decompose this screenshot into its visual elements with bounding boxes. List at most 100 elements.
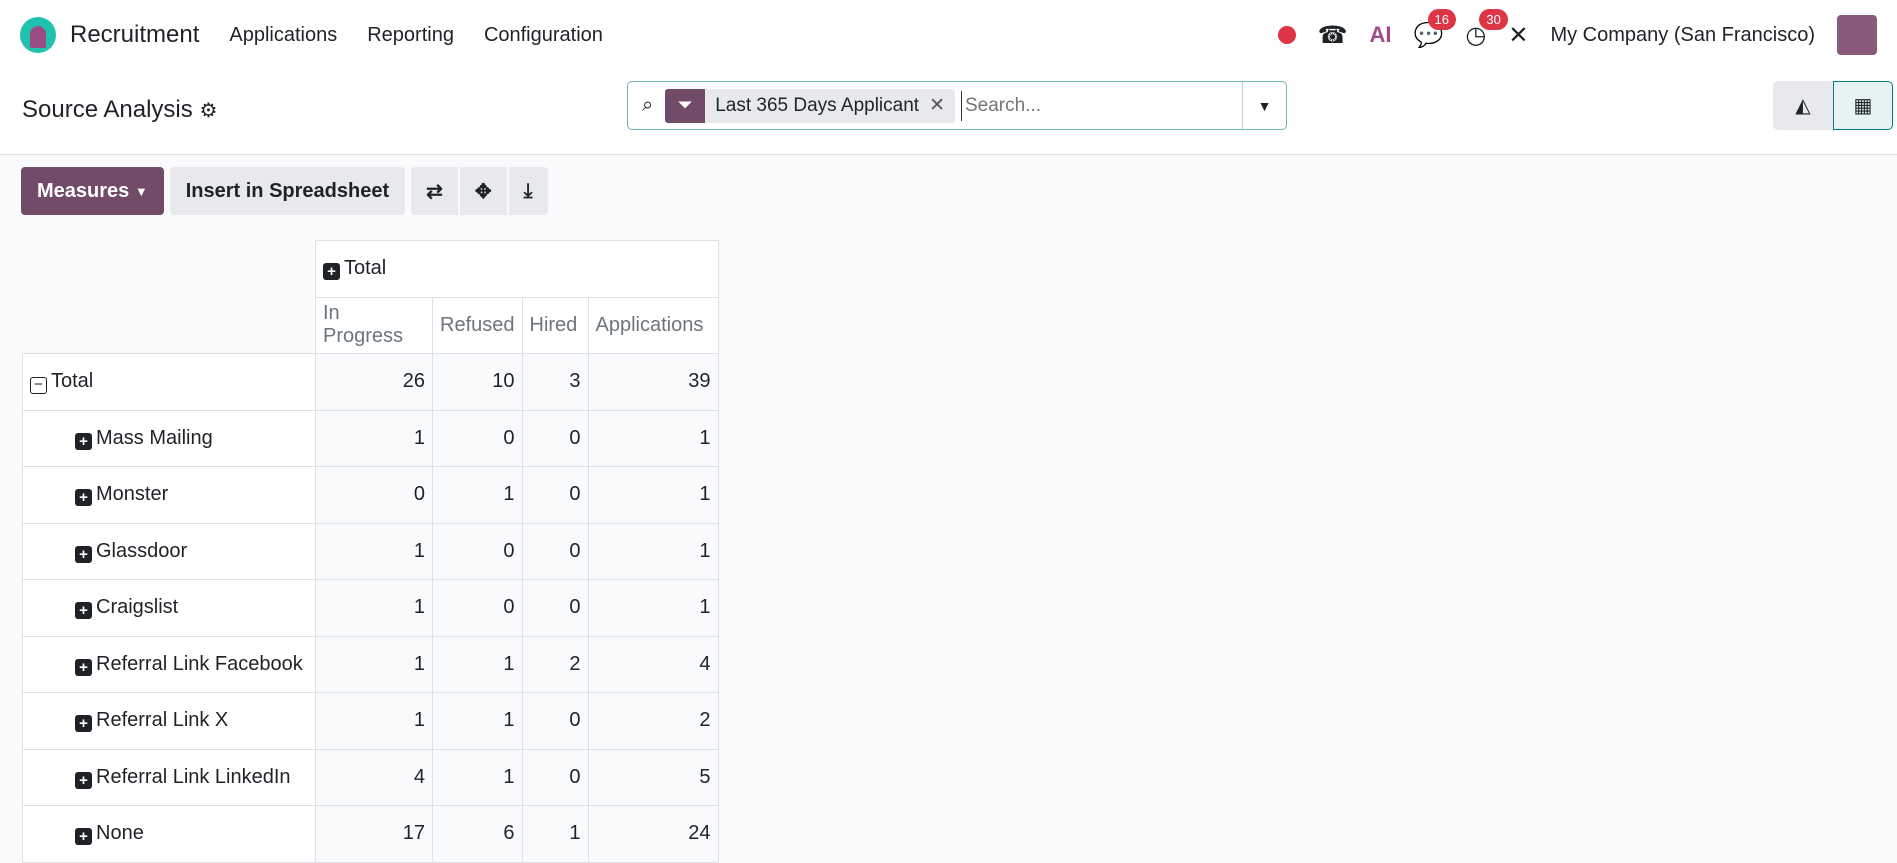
pivot-view-button[interactable]: ▦: [1833, 81, 1893, 130]
cell[interactable]: 1: [315, 635, 433, 693]
row-header[interactable]: + Referral Link X: [22, 692, 316, 750]
menu-applications[interactable]: Applications: [229, 24, 337, 47]
cell[interactable]: 0: [432, 579, 523, 637]
cell[interactable]: 1: [432, 692, 523, 750]
caret-down-icon: ▼: [1257, 97, 1272, 114]
table-row-total: − Total 26 10 3 39: [22, 353, 719, 411]
menu-reporting[interactable]: Reporting: [367, 24, 454, 47]
row-header[interactable]: + Mass Mailing: [22, 409, 316, 467]
search-input[interactable]: [960, 90, 1242, 121]
plus-icon: +: [75, 545, 92, 563]
table-row: + Referral Link LinkedIn 4 1 0 5: [22, 748, 719, 806]
download-button[interactable]: ⤓: [508, 167, 548, 215]
row-header[interactable]: + None: [22, 805, 316, 863]
activity-badge: 30: [1479, 8, 1508, 30]
cell[interactable]: 1: [315, 522, 433, 580]
row-header[interactable]: + Glassdoor: [22, 522, 316, 580]
measures-label: Measures: [37, 179, 130, 202]
remove-facet-icon[interactable]: ✕: [929, 94, 955, 117]
row-label: Monster: [96, 483, 169, 506]
measure-header[interactable]: Refused: [432, 296, 523, 354]
graph-view-button[interactable]: ◭: [1773, 81, 1833, 130]
row-header[interactable]: + Monster: [22, 466, 316, 524]
cell[interactable]: 0: [521, 522, 589, 580]
minus-icon: −: [30, 376, 47, 394]
gear-icon[interactable]: ⚙: [199, 100, 217, 122]
area-chart-icon: ◭: [1795, 95, 1811, 117]
measures-button[interactable]: Measures ▼: [21, 167, 164, 215]
cell[interactable]: 1: [315, 579, 433, 637]
phone-icon[interactable]: ☎: [1318, 21, 1348, 50]
cell[interactable]: 0: [521, 466, 589, 524]
recording-dot-icon[interactable]: [1277, 26, 1296, 44]
cell[interactable]: 2: [587, 692, 719, 750]
company-switcher[interactable]: My Company (San Francisco): [1550, 24, 1815, 47]
cell[interactable]: 1: [587, 579, 719, 637]
cell[interactable]: 2: [521, 635, 589, 693]
cell[interactable]: 5: [587, 748, 719, 806]
avatar[interactable]: [1837, 15, 1877, 55]
cell[interactable]: 1: [315, 692, 433, 750]
cell[interactable]: 1: [432, 635, 523, 693]
cell[interactable]: 24: [587, 805, 719, 863]
cell[interactable]: 0: [432, 409, 523, 467]
row-label: None: [96, 822, 144, 845]
cell[interactable]: 0: [432, 522, 523, 580]
cell[interactable]: 39: [587, 353, 719, 411]
measure-header[interactable]: Hired: [521, 296, 589, 354]
search-options-toggle[interactable]: ▼: [1242, 82, 1286, 129]
flip-axis-button[interactable]: ⇄: [411, 167, 458, 215]
search-icon[interactable]: ⌕: [642, 94, 653, 117]
app-name[interactable]: Recruitment: [70, 21, 199, 49]
expand-all-button[interactable]: ✥: [459, 167, 507, 215]
row-label: Glassdoor: [96, 539, 188, 562]
cell[interactable]: 26: [315, 353, 433, 411]
row-label: Mass Mailing: [96, 426, 213, 449]
chat-icon[interactable]: 💬 16: [1414, 8, 1456, 50]
insert-spreadsheet-button[interactable]: Insert in Spreadsheet: [169, 167, 406, 215]
top-navbar: Recruitment Applications Reporting Confi…: [0, 0, 1897, 70]
row-header[interactable]: + Referral Link Facebook: [22, 635, 316, 693]
measure-header[interactable]: Applications: [587, 296, 719, 354]
activity-clock-icon[interactable]: ◷ 30: [1465, 8, 1508, 50]
cell[interactable]: 0: [521, 409, 589, 467]
row-header[interactable]: + Referral Link LinkedIn: [22, 748, 316, 806]
plus-icon: +: [75, 658, 92, 676]
cell[interactable]: 17: [315, 805, 433, 863]
row-header-total[interactable]: − Total: [22, 353, 316, 411]
pivot-toolbar: Measures ▼ Insert in Spreadsheet ⇄ ✥ ⤓: [21, 167, 548, 215]
cell[interactable]: 0: [521, 748, 589, 806]
cell[interactable]: 1: [315, 409, 433, 467]
corner-cell: [23, 241, 316, 298]
cell[interactable]: 1: [587, 522, 719, 580]
facet-label: Last 365 Days Applicant: [715, 94, 920, 116]
cell[interactable]: 0: [521, 692, 589, 750]
pivot-table: + Total In Progress Refused Hired Applica…: [22, 240, 719, 863]
cell[interactable]: 1: [432, 748, 523, 806]
plus-icon: +: [323, 263, 340, 281]
col-header-total[interactable]: + Total: [315, 240, 719, 298]
cell[interactable]: 1: [521, 805, 589, 863]
table-row: + Mass Mailing 1 0 0 1: [22, 409, 719, 467]
cell[interactable]: 10: [432, 353, 523, 411]
cell[interactable]: 1: [432, 466, 523, 524]
cell[interactable]: 6: [432, 805, 523, 863]
cell[interactable]: 0: [521, 579, 589, 637]
recruitment-logo-icon[interactable]: [20, 17, 56, 53]
cell[interactable]: 1: [587, 466, 719, 524]
ai-icon[interactable]: AI: [1370, 22, 1392, 48]
cell[interactable]: 4: [587, 635, 719, 693]
row-header[interactable]: + Craigslist: [22, 579, 316, 637]
table-icon: ▦: [1853, 95, 1873, 117]
cell[interactable]: 4: [315, 748, 433, 806]
cell[interactable]: 1: [587, 409, 719, 467]
table-row: + Glassdoor 1 0 0 1: [22, 522, 719, 580]
tools-icon[interactable]: ✕: [1508, 21, 1528, 50]
cell[interactable]: 3: [521, 353, 589, 411]
exchange-icon: ⇄: [426, 180, 443, 203]
row-label: Referral Link Facebook: [96, 652, 303, 675]
measure-header[interactable]: In Progress: [315, 296, 433, 354]
menu-configuration[interactable]: Configuration: [484, 24, 603, 47]
cell[interactable]: 0: [315, 466, 433, 524]
plus-icon: +: [75, 771, 92, 789]
